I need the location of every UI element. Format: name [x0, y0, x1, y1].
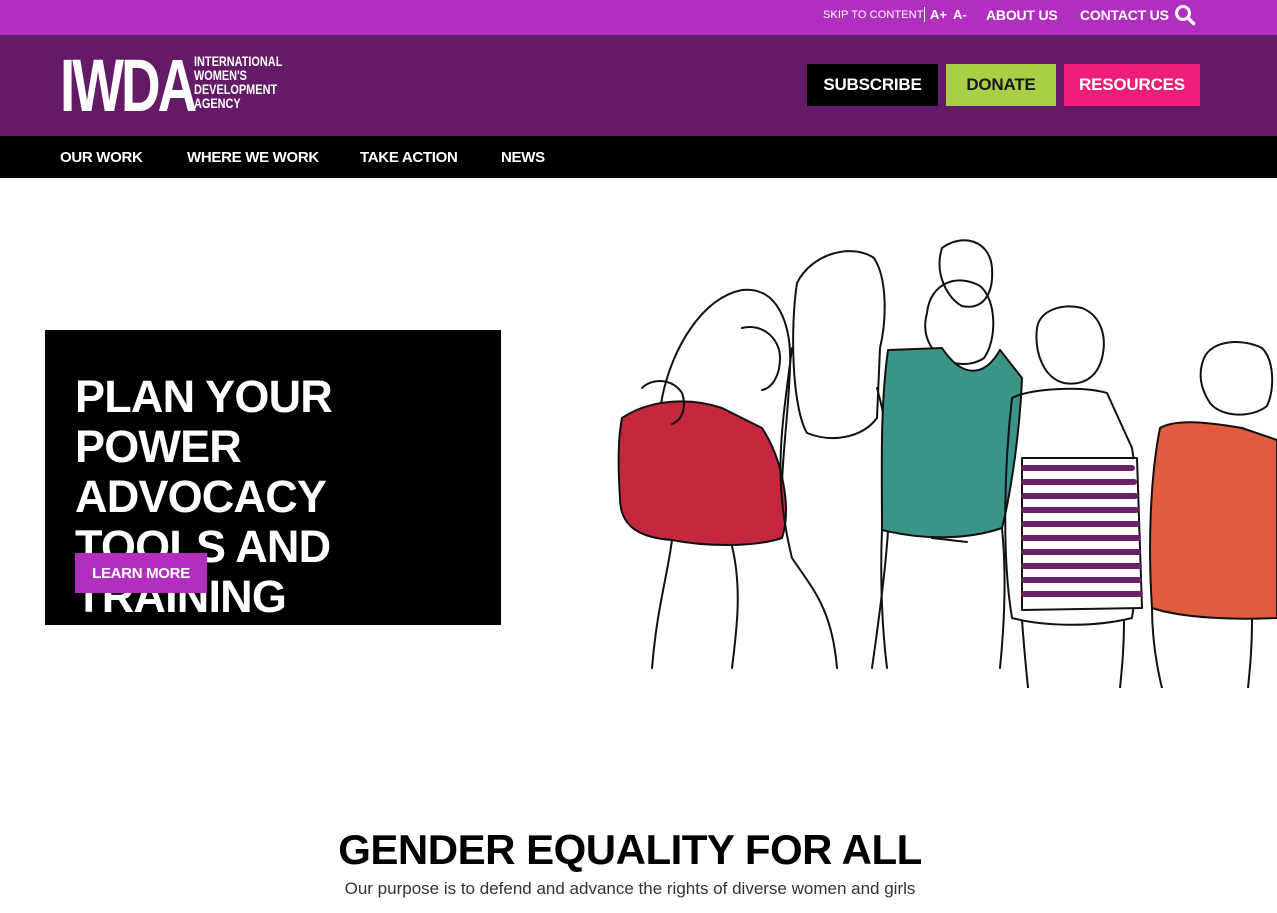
resources-button[interactable]: RESOURCES: [1064, 64, 1200, 106]
nav-item-where-we-work[interactable]: WHERE WE WORK: [187, 149, 319, 166]
subscribe-button[interactable]: SUBSCRIBE: [807, 64, 938, 106]
hero-illustration: [617, 239, 1277, 688]
logo-wordmark: INTERNATIONAL WOMEN'S DEVELOPMENT AGENCY: [194, 54, 282, 110]
nav-item-our-work[interactable]: OUR WORK: [60, 149, 143, 166]
intro-heading: GENDER EQUALITY FOR ALL: [338, 826, 922, 873]
iwda-logo[interactable]: IWDA INTERNATIONAL WOMEN'S DEVELOPMENT A…: [60, 44, 300, 127]
logo-line: AGENCY: [194, 95, 241, 111]
nav-item-news[interactable]: NEWS: [501, 149, 545, 166]
utility-divider: [924, 7, 925, 22]
learn-more-button[interactable]: LEARN MORE: [75, 553, 207, 593]
skip-to-content-link[interactable]: SKIP TO CONTENT: [823, 9, 924, 21]
logo-mark: IWDA: [60, 44, 197, 127]
logo-line: WOMEN'S: [194, 67, 247, 83]
font-decrease-button[interactable]: A-: [953, 7, 967, 22]
main-nav: OUR WORK WHERE WE WORK TAKE ACTION NEWS: [0, 136, 1277, 178]
font-increase-button[interactable]: A+: [930, 7, 947, 22]
search-icon[interactable]: [1174, 4, 1196, 26]
donate-button[interactable]: DONATE: [946, 64, 1056, 106]
logo-line: DEVELOPMENT: [194, 81, 278, 97]
about-us-link[interactable]: ABOUT US: [986, 7, 1058, 23]
hero-card: PLAN YOUR POWER ADVOCACY TOOLS AND TRAIN…: [45, 330, 501, 625]
intro-subheading: Our purpose is to defend and advance the…: [344, 879, 916, 898]
nav-item-take-action[interactable]: TAKE ACTION: [360, 149, 458, 166]
site-header: IWDA INTERNATIONAL WOMEN'S DEVELOPMENT A…: [0, 35, 1277, 136]
contact-us-link[interactable]: CONTACT US: [1080, 7, 1169, 23]
utility-bar: SKIP TO CONTENT A+ A- ABOUT US CONTACT U…: [0, 0, 1277, 35]
logo-line: INTERNATIONAL: [194, 53, 283, 69]
